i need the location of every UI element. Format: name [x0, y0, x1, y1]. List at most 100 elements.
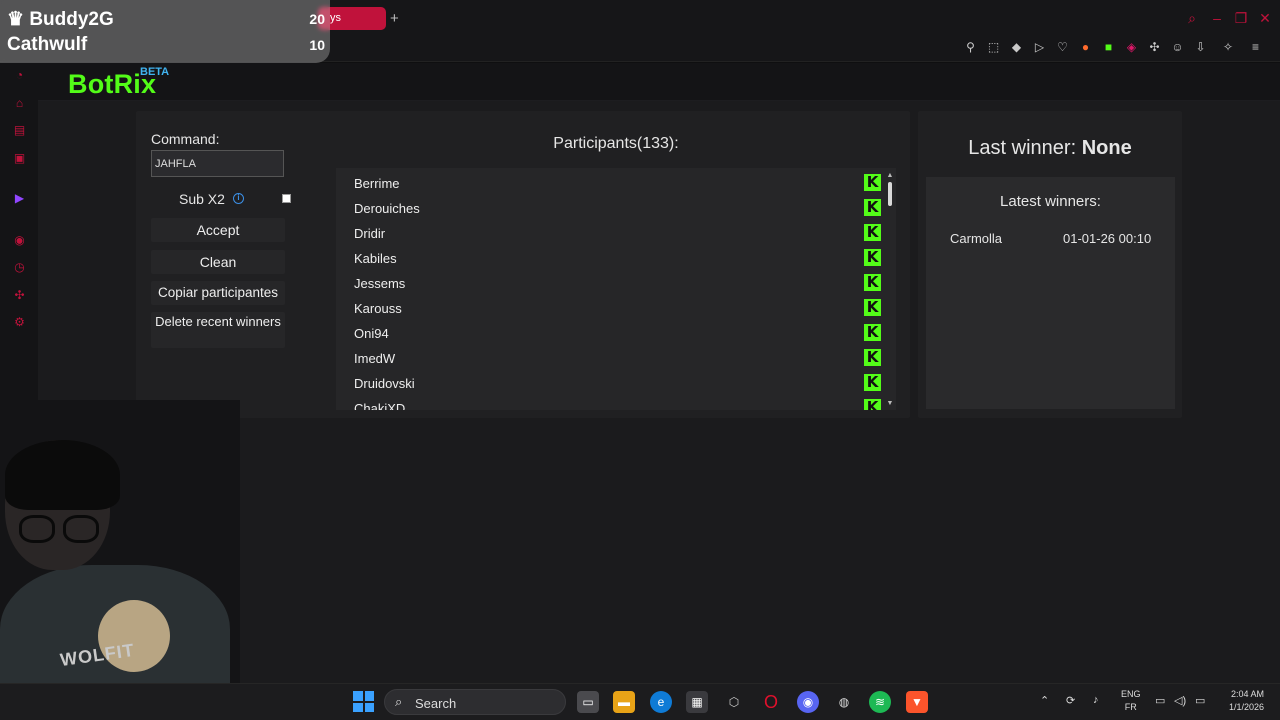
list-item: ImedW K	[354, 349, 881, 376]
participant-name: Dridir	[354, 226, 386, 241]
pocket-icon[interactable]: ◆	[1008, 39, 1025, 56]
volume-icon[interactable]: ◁)	[1174, 694, 1186, 707]
pin-icon[interactable]: ⚲	[962, 39, 979, 56]
task-view-icon[interactable]: ▭	[577, 691, 599, 713]
clock-time: 2:04 AM	[1230, 689, 1264, 699]
extension-icon[interactable]: ●	[1077, 39, 1094, 56]
spotify-icon[interactable]: ≋	[869, 691, 891, 713]
taskbar-search[interactable]: ⌕ Search	[384, 689, 566, 715]
speed-dial-icon[interactable]: ◔	[12, 68, 27, 83]
scoreboard-name: ♛ Buddy2G	[7, 8, 114, 31]
minimize-icon[interactable]: –	[1210, 11, 1224, 25]
participant-name: ChakiXD	[354, 401, 406, 410]
heart-icon[interactable]: ♡	[1054, 39, 1071, 56]
opera-icon[interactable]: O	[760, 691, 782, 713]
close-icon[interactable]: ✕	[1258, 11, 1272, 25]
history-icon[interactable]: ◷	[12, 260, 27, 275]
store-icon[interactable]: ▦	[686, 691, 708, 713]
copy-participants-button[interactable]: Copiar participantes	[151, 281, 285, 305]
news-icon[interactable]: ▤	[12, 123, 27, 138]
browser-tab-label: ys	[330, 12, 341, 24]
new-tab-icon[interactable]: +	[390, 10, 399, 27]
command-input[interactable]	[151, 150, 284, 177]
scoreboard-points: 10	[309, 37, 325, 53]
kick-extension-icon[interactable]: ■	[1100, 39, 1117, 56]
shield-icon[interactable]: ◈	[1123, 39, 1140, 56]
info-icon[interactable]: i	[233, 193, 244, 204]
winner-date: 01-01-26 00:10	[1063, 231, 1152, 246]
scoreboard-name-text: Buddy2G	[29, 9, 114, 30]
sync-icon[interactable]: ⟳	[1066, 694, 1075, 707]
sub-x2-checkbox[interactable]	[282, 194, 291, 203]
participants-scrollbar[interactable]: ▲ ▼	[884, 172, 896, 410]
list-item: Druidovski K	[354, 374, 881, 401]
scrollbar-thumb[interactable]	[888, 182, 892, 206]
list-item: ChakiXD K	[354, 399, 881, 410]
extensions-icon[interactable]: ✣	[12, 288, 27, 303]
bag-icon[interactable]: ⌂	[12, 96, 27, 111]
kick-icon: K	[864, 374, 881, 391]
play-icon[interactable]: ▷	[1031, 39, 1048, 56]
kick-icon: K	[864, 349, 881, 366]
menu-icon[interactable]: ≡	[1247, 39, 1264, 56]
puzzle-icon[interactable]: ✣	[1146, 39, 1163, 56]
webcam-hair	[5, 440, 120, 510]
brave-icon[interactable]: ▼	[906, 691, 928, 713]
kick-icon: K	[864, 199, 881, 216]
discord-icon[interactable]: ◉	[797, 691, 819, 713]
network-icon[interactable]: ▭	[1155, 694, 1165, 707]
list-item: Berrime K	[354, 174, 881, 201]
webcam-overlay: WOLFIT	[0, 400, 240, 720]
scoreboard-overlay: ♛ Buddy2G 20 Cathwulf 10	[0, 0, 330, 63]
kick-icon: K	[864, 399, 881, 410]
settings-icon[interactable]: ⚙	[12, 315, 27, 330]
participant-name: Jessems	[354, 276, 406, 291]
taskbar-search-label: Search	[415, 696, 457, 711]
scroll-up-icon[interactable]: ▲	[886, 172, 894, 179]
language-indicator[interactable]: ENG FR	[1121, 688, 1141, 714]
clock-date: 1/1/2026	[1228, 702, 1264, 712]
profile-icon[interactable]: ☺	[1169, 39, 1186, 56]
participants-list[interactable]: Berrime K Derouiches K Dridir K Kabiles K Je…	[336, 168, 896, 410]
app-icon[interactable]: ⬡	[723, 691, 745, 713]
last-winner-label: Last winner:	[968, 137, 1077, 159]
tray-chevron-icon[interactable]: ⌃	[1040, 694, 1049, 707]
participant-name: Derouiches	[354, 201, 420, 216]
maximize-icon[interactable]: ❐	[1234, 11, 1248, 25]
kick-icon: K	[864, 274, 881, 291]
last-winner-value: None	[1081, 137, 1132, 159]
participant-name: Druidovski	[354, 376, 415, 391]
microphone-icon[interactable]: ♪	[1093, 694, 1099, 706]
clock[interactable]: 2:04 AM 1/1/2026	[1218, 688, 1264, 714]
kick-icon: K	[864, 224, 881, 241]
file-explorer-icon[interactable]: ▬	[613, 691, 635, 713]
scoreboard-name: Cathwulf	[7, 34, 88, 55]
scoreboard-row: Cathwulf 10	[7, 34, 325, 56]
participant-name: Oni94	[354, 326, 389, 341]
kick-icon: K	[864, 299, 881, 316]
obs-icon[interactable]: ◍	[833, 691, 855, 713]
app-header: BotRix BETA	[38, 63, 1280, 101]
scoreboard-points: 20	[309, 11, 325, 27]
accept-button[interactable]: Accept	[151, 218, 285, 242]
windows-start-icon[interactable]	[353, 691, 374, 712]
participant-name: Kabiles	[354, 251, 397, 266]
delete-recent-winners-button[interactable]: Delete recent winners	[151, 312, 285, 348]
player-icon[interactable]: ◉	[12, 233, 27, 248]
browser-extension-bar: ⚲ ⬚ ◆ ▷ ♡ ● ■ ◈ ✣ ☺ ⇩ ✧ ≡	[962, 38, 1272, 56]
snapshot-icon[interactable]: ⬚	[985, 39, 1002, 56]
trophy-icon: ♛	[7, 9, 30, 30]
twitch-icon[interactable]: ▶	[12, 191, 27, 206]
language-top: ENG	[1121, 689, 1141, 699]
clean-button[interactable]: Clean	[151, 250, 285, 274]
edge-icon[interactable]: e	[650, 691, 672, 713]
mail-icon[interactable]: ▣	[12, 151, 27, 166]
glasses-left	[19, 515, 55, 543]
ai-icon[interactable]: ✧	[1215, 39, 1241, 56]
search-icon[interactable]: ⌕	[1185, 11, 1199, 25]
battery-icon[interactable]: ▭	[1195, 694, 1205, 707]
scroll-down-icon[interactable]: ▼	[886, 400, 894, 407]
list-item: Derouiches K	[354, 199, 881, 226]
download-icon[interactable]: ⇩	[1192, 39, 1209, 56]
winner-name: Carmolla	[950, 231, 1003, 246]
